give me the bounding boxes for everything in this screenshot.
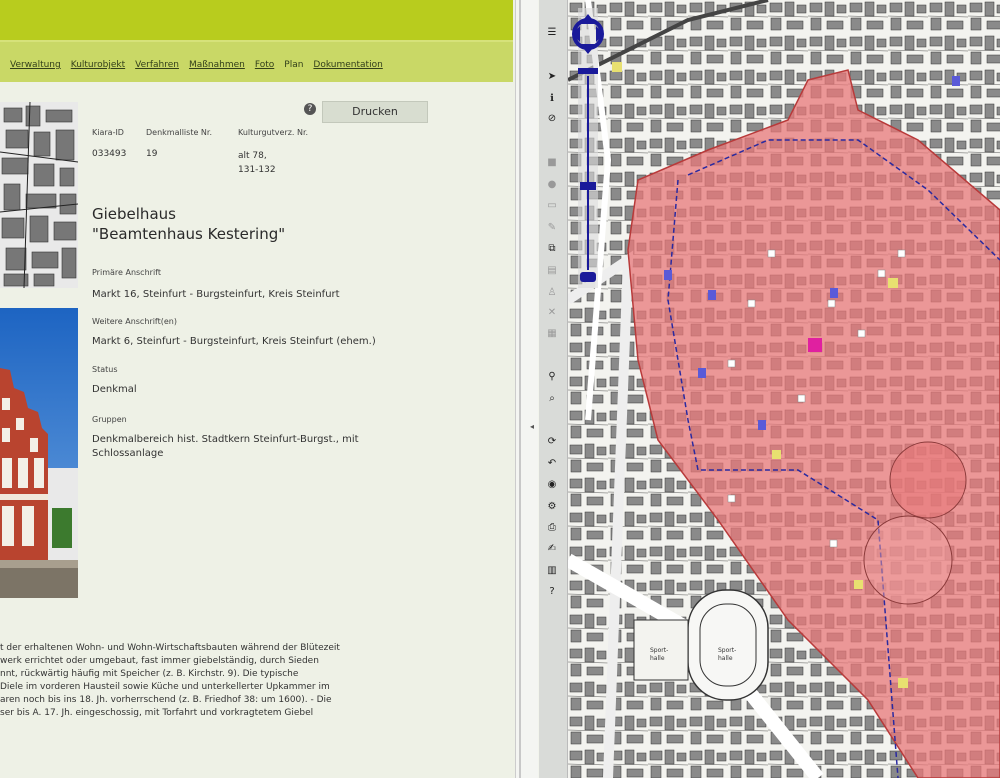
layers-icon[interactable]: ☰ <box>545 26 559 40</box>
edit-icon[interactable]: ✎ <box>545 221 559 235</box>
splitter-line <box>519 0 521 778</box>
header-denkmalliste: Denkmalliste Nr. <box>146 128 212 137</box>
title-line-2: "Beamtenhaus Kestering" <box>92 225 286 243</box>
description-line: Diele im vorderen Hausteil sowie Küche u… <box>0 682 330 692</box>
other-address-label: Weitere Anschrift(en) <box>92 317 177 326</box>
print-button[interactable]: Drucken <box>322 101 428 123</box>
location-pin-icon[interactable]: ⚲ <box>545 370 559 384</box>
close-icon[interactable]: ✕ <box>545 306 559 320</box>
nav-link-massnahmen[interactable]: Maßnahmen <box>189 60 245 70</box>
help-circle-icon[interactable]: ? <box>545 585 559 599</box>
map-toolbar: ☰ ➤ ℹ ⊘ ■ ● ▭ ✎ ⧉ ▤ ♙ ✕ ▦ ⚲ ⌕ ⟳ ↶ ◉ ⚙ ⎙ … <box>539 0 568 778</box>
description-text: t der erhaltenen Wohn- und Wohn-Wirtscha… <box>0 642 420 720</box>
user-icon[interactable]: ♙ <box>545 286 559 300</box>
description-line: nnt, rückwärtig häufig mit Speicher (z. … <box>0 669 299 679</box>
building-photo-image <box>0 308 78 598</box>
nav-link-foto[interactable]: Foto <box>255 60 274 70</box>
settings-icon[interactable]: ⚙ <box>545 500 559 514</box>
nav-link-plan: Plan <box>284 60 304 70</box>
window-icon[interactable]: ▭ <box>545 199 559 213</box>
building-photo[interactable] <box>0 308 78 598</box>
eye-icon[interactable]: ◉ <box>545 478 559 492</box>
header-kulturgut: Kulturgutverz. Nr. <box>238 128 309 137</box>
copy-icon[interactable]: ⧉ <box>545 242 559 256</box>
collapse-arrow-icon[interactable]: ◂ <box>530 422 534 431</box>
description-line: aren noch bis ins 18. Jh. vorherrschend … <box>0 695 332 705</box>
value-kiara-id: 033493 <box>92 149 127 159</box>
search-icon[interactable]: ⌕ <box>545 392 559 406</box>
nav-link-verwaltung[interactable]: Verwaltung <box>10 60 61 70</box>
circle-icon[interactable]: ● <box>545 178 559 192</box>
groups-label: Gruppen <box>92 415 127 424</box>
map-view[interactable]: Sport- halle Sport- halle <box>568 0 1000 778</box>
paste-icon[interactable]: ▤ <box>545 264 559 278</box>
header-kiara-id: Kiara-ID <box>92 128 124 137</box>
sport-hall-label-line: halle <box>718 655 733 662</box>
description-line: ser bis A. 17. Jh. eingeschossig, mit To… <box>0 708 314 718</box>
status-value: Denkmal <box>92 384 137 395</box>
no-entry-icon[interactable]: ⊘ <box>545 112 559 126</box>
primary-address-label: Primäre Anschrift <box>92 268 161 277</box>
header-bar <box>0 0 513 42</box>
other-address: Markt 6, Steinfurt - Burgsteinfurt, Krei… <box>92 336 376 347</box>
map-thumbnail-image <box>0 102 78 288</box>
primary-address: Markt 16, Steinfurt - Burgsteinfurt, Kre… <box>92 289 340 300</box>
groups-value: Denkmalbereich hist. Stadtkern Steinfurt… <box>92 434 359 459</box>
value-denkmalliste: 19 <box>146 149 158 159</box>
object-title: Giebelhaus "Beamtenhaus Kestering" <box>92 204 285 244</box>
help-icon[interactable]: ? <box>304 103 316 115</box>
description-line: t der erhaltenen Wohn- und Wohn-Wirtscha… <box>0 643 340 653</box>
table-icon[interactable]: ▥ <box>545 564 559 578</box>
refresh-icon[interactable]: ⟳ <box>545 435 559 449</box>
cadastral-map: Sport- halle Sport- halle <box>568 0 1000 778</box>
title-line-1: Giebelhaus <box>92 205 176 223</box>
description-line: werk errichtet oder umgebaut, fast immer… <box>0 656 319 666</box>
select-pointer-icon[interactable]: ➤ <box>545 70 559 84</box>
info-icon[interactable]: ℹ <box>545 92 559 106</box>
value-kulturgut: alt 78, 131-132 <box>238 151 276 175</box>
undo-icon[interactable]: ↶ <box>545 457 559 471</box>
print-icon[interactable]: ⎙ <box>545 521 559 535</box>
panel-splitter[interactable]: ◂ <box>515 0 538 778</box>
grid-icon[interactable]: ▦ <box>545 327 559 341</box>
sports-field <box>687 589 769 701</box>
nav-link-verfahren[interactable]: Verfahren <box>135 60 179 70</box>
map-thumbnail[interactable] <box>0 102 78 288</box>
sport-hall-label-line: halle <box>650 655 665 662</box>
nav-link-dokumentation[interactable]: Dokumentation <box>313 60 382 70</box>
nav-links: Verwaltung Kulturobjekt Verfahren Maßnah… <box>10 60 393 70</box>
detail-panel: Verwaltung Kulturobjekt Verfahren Maßnah… <box>0 0 515 778</box>
nav-link-kulturobjekt[interactable]: Kulturobjekt <box>71 60 125 70</box>
status-label: Status <box>92 365 118 374</box>
square-icon[interactable]: ■ <box>545 156 559 170</box>
note-edit-icon[interactable]: ✍ <box>545 542 559 556</box>
